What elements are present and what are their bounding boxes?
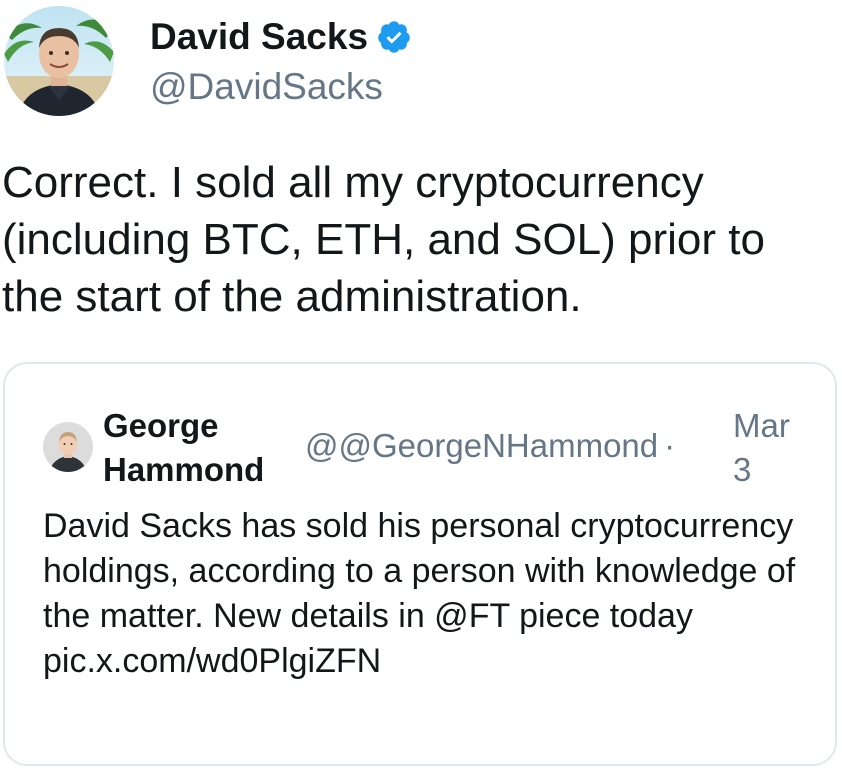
verified-badge-icon: [376, 19, 412, 55]
author-handle[interactable]: @DavidSacks: [150, 64, 383, 110]
quoted-tweet-media-link[interactable]: pic.x.com/wd0PlgiZFN: [43, 639, 823, 684]
quoted-author-name[interactable]: George Hammond: [103, 404, 303, 492]
quoted-handle-prefix: @: [305, 427, 339, 464]
quoted-tweet-body: David Sacks has sold his personal crypto…: [43, 507, 796, 635]
quoted-author-avatar[interactable]: [43, 422, 93, 472]
tweet-text: Correct. I sold all my cryptocurrency (i…: [2, 158, 765, 321]
quoted-author-handle[interactable]: @GeorgeNHammond: [339, 427, 659, 465]
quoted-tweet-date[interactable]: Mar 3: [733, 404, 813, 492]
separator-dot: ·: [664, 427, 676, 464]
author-avatar[interactable]: [4, 6, 114, 116]
quoted-tweet-card[interactable]: George Hammond @ @GeorgeNHammond · Mar 3…: [3, 362, 837, 766]
avatar-photo: [4, 6, 114, 116]
quoted-tweet-text: David Sacks has sold his personal crypto…: [43, 504, 823, 684]
quoted-author-handle-row: @ @GeorgeNHammond ·: [305, 426, 675, 466]
quoted-avatar-photo: [43, 422, 93, 472]
author-name-row: David Sacks: [150, 14, 412, 60]
author-name[interactable]: David Sacks: [150, 14, 368, 60]
